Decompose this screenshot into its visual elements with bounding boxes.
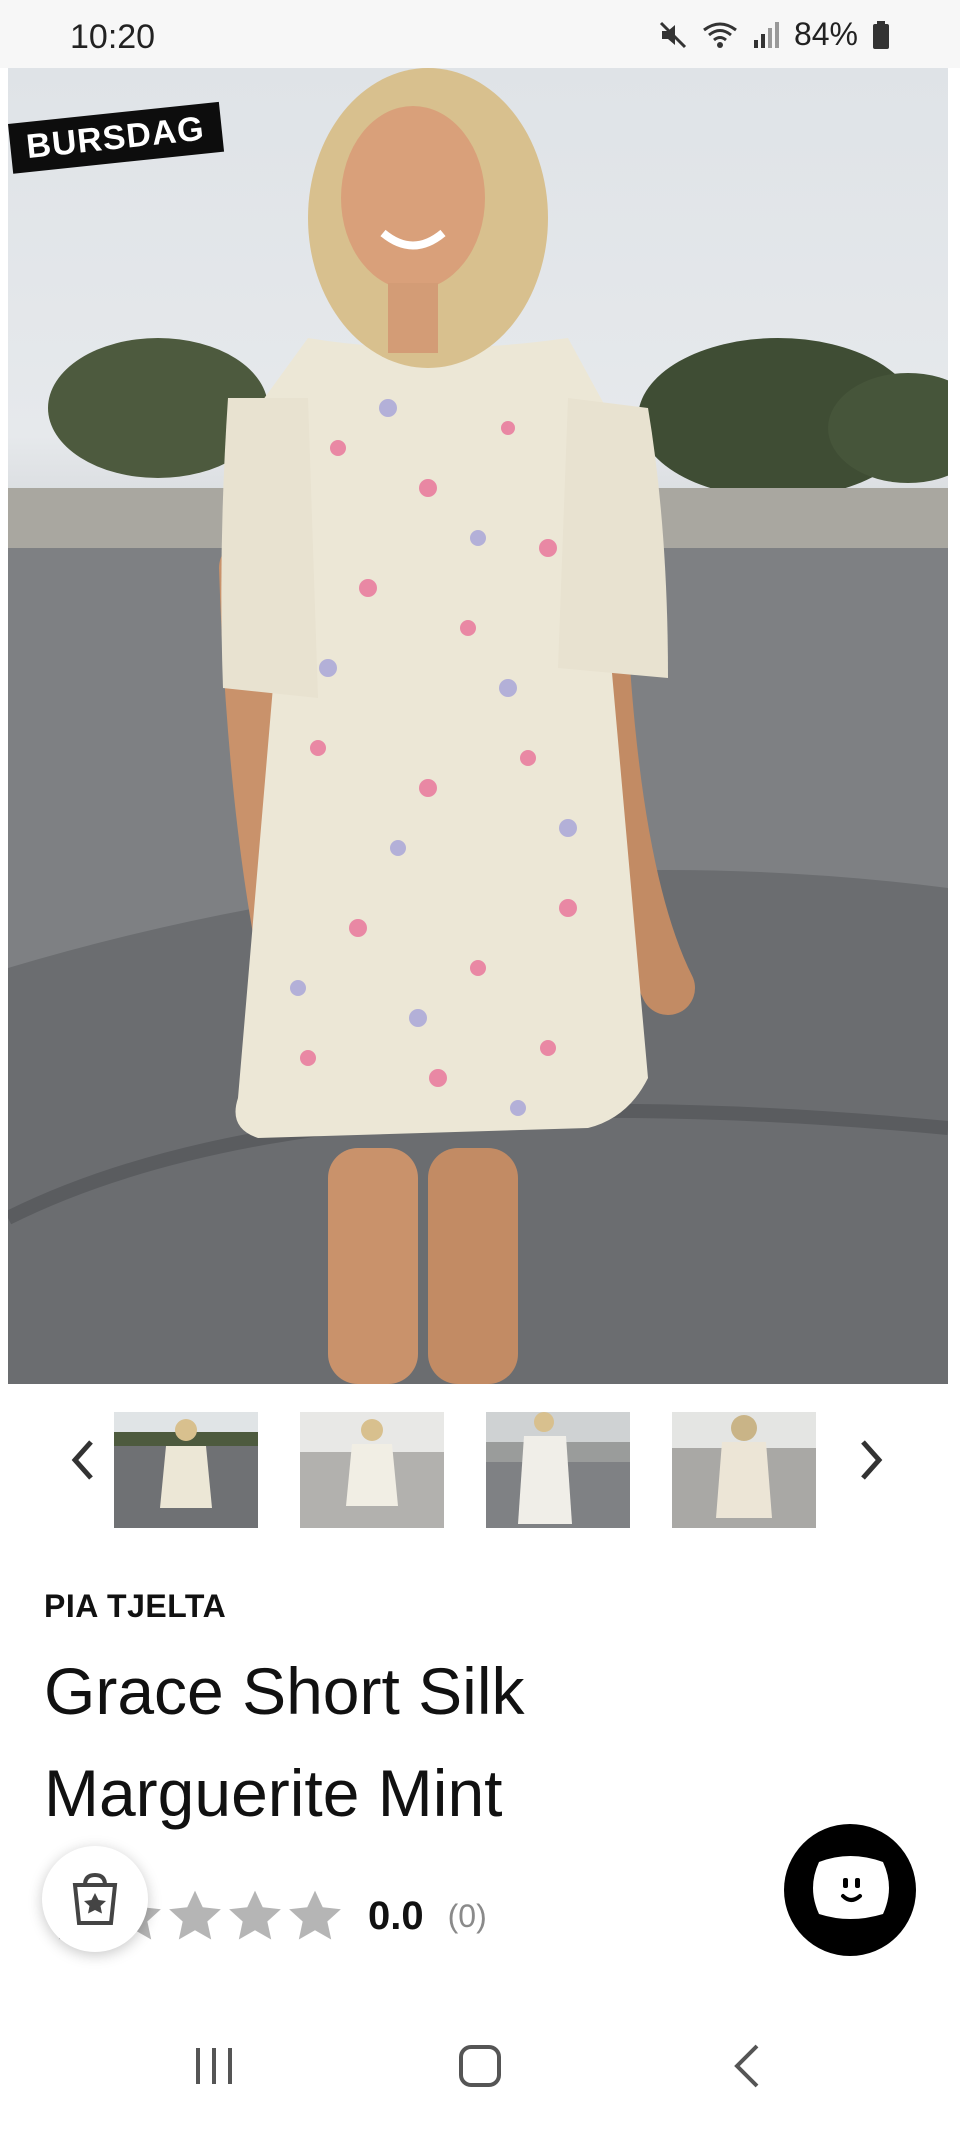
signal-icon — [752, 20, 780, 50]
status-time: 10:20 — [70, 18, 156, 56]
model-in-floral-dress-photo — [8, 68, 948, 1384]
home-icon[interactable] — [440, 2026, 520, 2106]
star-icon — [169, 1890, 221, 1940]
brand-name[interactable]: PIA TJELTA — [44, 1588, 226, 1625]
thumbnail-4[interactable] — [672, 1412, 816, 1528]
chat-face-icon — [813, 1856, 889, 1919]
thumbnail-2[interactable] — [300, 1412, 444, 1528]
star-icon — [229, 1890, 281, 1940]
thumbnail-1[interactable] — [114, 1412, 258, 1528]
recent-apps-icon[interactable] — [174, 2026, 254, 2106]
thumbnail-gallery — [0, 1384, 960, 1564]
product-title-line-2: Marguerite Mint — [44, 1756, 503, 1830]
chevron-right-icon[interactable] — [842, 1430, 902, 1490]
system-nav-bar — [0, 1996, 960, 2133]
product-title: Grace Short Silk Marguerite Mint — [44, 1640, 804, 1844]
chevron-left-icon[interactable] — [52, 1430, 112, 1490]
wifi-icon — [702, 20, 738, 50]
star-icon — [289, 1890, 341, 1940]
shopping-bag-star-icon — [72, 1872, 118, 1925]
thumbnail-3[interactable] — [486, 1412, 630, 1528]
battery-percent: 84% — [793, 16, 858, 52]
mute-icon — [658, 20, 688, 50]
product-main-image[interactable]: BURSDAG — [8, 68, 948, 1384]
back-icon[interactable] — [706, 2026, 786, 2106]
battery-icon — [872, 20, 890, 50]
chat-button[interactable] — [784, 1824, 916, 1956]
product-title-line-1: Grace Short Silk — [44, 1654, 525, 1728]
rating-value: 0.0 — [368, 1893, 424, 1938]
status-bar: 10:20 84% — [0, 0, 960, 68]
rating-count: (0) — [447, 1897, 487, 1934]
status-icons: 84% — [658, 16, 890, 53]
shop-rewards-button[interactable] — [42, 1846, 148, 1952]
